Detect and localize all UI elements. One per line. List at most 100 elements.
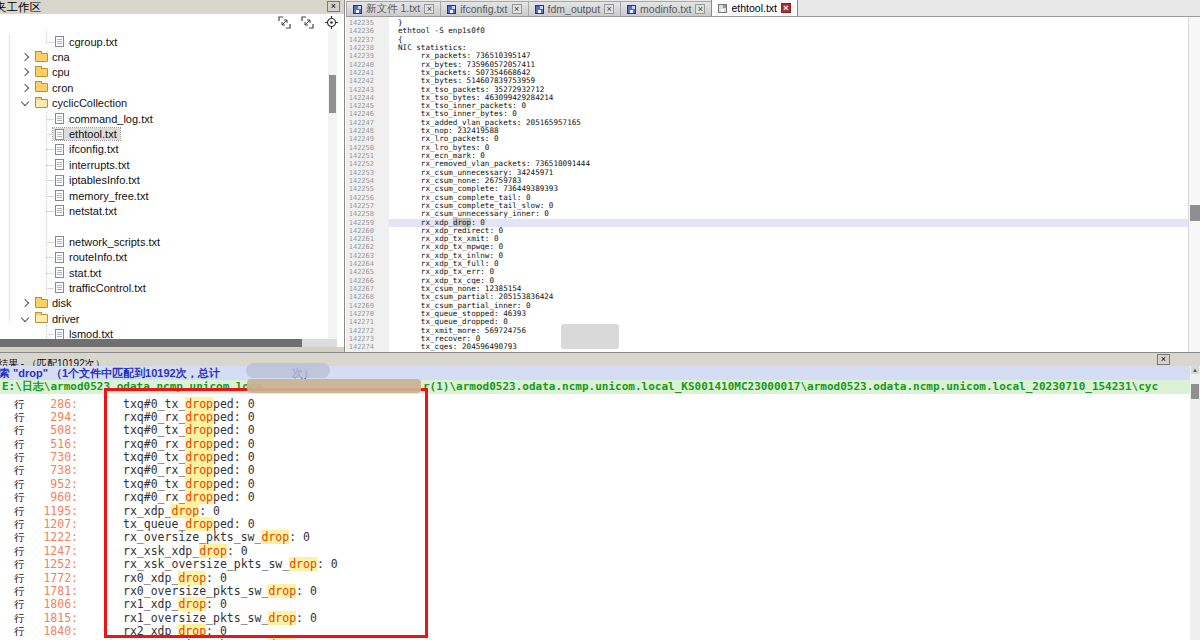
- editor-line-text: rx_xdp_tx_full: 0: [389, 260, 1200, 268]
- editor-line[interactable]: 142236ethtool -S enp1s0f0: [346, 27, 1200, 35]
- tree-item-label: disk: [52, 297, 72, 309]
- results-scrollbar-thumb[interactable]: [1191, 384, 1199, 399]
- tree-item-ifconfig.txt[interactable]: ifconfig.txt: [0, 142, 328, 157]
- chevron-right-icon[interactable]: [21, 53, 29, 61]
- tab-close-icon[interactable]: ×: [604, 4, 614, 14]
- tree-item-routeInfo.txt[interactable]: routeInfo.txt: [0, 249, 328, 264]
- chevron-right-icon[interactable]: [21, 68, 29, 76]
- workspace-tree: cgroup.txt cna cpu cron cyclicCollection comm…: [0, 30, 328, 339]
- tree-item-netstat.txt[interactable]: netstat.txt: [0, 203, 328, 218]
- tab-modinfo.txt[interactable]: modinfo.txt ×: [620, 1, 712, 16]
- line-label: 行: [14, 518, 25, 531]
- tree-item-stat.txt[interactable]: stat.txt: [0, 265, 328, 280]
- line-number: 142244: [346, 94, 389, 102]
- editor-line[interactable]: 142237{: [346, 36, 1200, 44]
- line-number: 142259: [346, 219, 389, 227]
- tree-item-interrupts.txt[interactable]: interrupts.txt: [0, 157, 328, 172]
- save-state-icon: [447, 5, 456, 14]
- line-number: 142261: [346, 235, 389, 243]
- tab-label: fdm_output: [548, 3, 601, 15]
- search-summary-line[interactable]: 搜索 "drop" （1个文件中匹配到10192次，总计 次）: [0, 366, 1200, 380]
- tree-item-label: ethtool.txt: [69, 128, 117, 140]
- tab-close-icon[interactable]: ×: [781, 3, 791, 13]
- tree-item-driver[interactable]: driver: [0, 311, 328, 326]
- tree-vertical-scrollbar-thumb[interactable]: [329, 75, 336, 113]
- tree-item-label: interrupts.txt: [69, 159, 130, 171]
- result-line-number: 960:: [28, 491, 78, 504]
- tab-close-icon[interactable]: ×: [424, 4, 434, 14]
- tree-item-network_scripts.txt[interactable]: network_scripts.txt: [0, 234, 328, 249]
- editor-vertical-scrollbar[interactable]: [1188, 17, 1200, 352]
- file-icon: [55, 329, 64, 339]
- tab-ethtool.txt[interactable]: ethtool.txt ×: [711, 0, 798, 16]
- tree-item-cpu[interactable]: cpu: [0, 65, 328, 80]
- editor-area[interactable]: 142235}142236ethtool -S enp1s0f0142237{1…: [346, 17, 1200, 352]
- file-icon: [55, 159, 64, 170]
- line-number: 142243: [346, 86, 389, 94]
- results-vertical-scrollbar[interactable]: ▲: [1190, 366, 1200, 640]
- tab--1.txt[interactable]: 新文件 1.txt ×: [346, 1, 441, 16]
- result-line-number: 294:: [28, 411, 78, 424]
- line-label: 行: [14, 451, 25, 464]
- chevron-down-icon[interactable]: [21, 313, 29, 321]
- folder-icon: [35, 83, 48, 92]
- result-file-path-2: r(1)\armod0523.odata.ncmp.unicom.local_K…: [423, 380, 1158, 394]
- tree-item-disk[interactable]: disk: [0, 296, 328, 311]
- tree-item-label: cyclicCollection: [52, 97, 127, 109]
- tree-item-iptablesInfo.txt[interactable]: iptablesInfo.txt: [0, 173, 328, 188]
- result-line-number: 1252:: [28, 558, 78, 571]
- tab-fdm_output[interactable]: fdm_output×: [528, 1, 622, 16]
- tab-close-icon[interactable]: ×: [512, 4, 522, 14]
- editor-line-text: rx_xdp_tx_err: 0: [389, 268, 1200, 276]
- save-state-icon: [535, 5, 544, 14]
- line-number: 142255: [346, 185, 389, 193]
- tree-vertical-scrollbar[interactable]: [328, 30, 337, 339]
- file-icon: [55, 129, 64, 140]
- editor-line-text: rx_lro_packets: 0: [389, 135, 1200, 143]
- line-label: 行: [14, 491, 25, 504]
- tab-label: ethtool.txt: [731, 2, 777, 14]
- line-number: 142240: [346, 61, 389, 69]
- chevron-right-icon[interactable]: [21, 299, 29, 307]
- tree-item-label: cron: [52, 82, 73, 94]
- line-number: 142274: [346, 343, 389, 351]
- line-label: 行: [14, 585, 25, 598]
- tree-item-command_log.txt[interactable]: command_log.txt: [0, 111, 328, 126]
- collapse-all-icon[interactable]: [301, 16, 314, 29]
- tree-item-lsmod.txt[interactable]: lsmod.txt: [0, 326, 328, 339]
- tree-item-cron[interactable]: cron: [0, 80, 328, 95]
- tree-item-trafficControl.txt[interactable]: trafficControl.txt: [0, 280, 328, 295]
- line-number: 142249: [346, 135, 389, 143]
- tree-item-cyclicCollection[interactable]: cyclicCollection: [0, 96, 328, 111]
- tab-close-icon[interactable]: ×: [695, 4, 705, 14]
- chevron-right-icon[interactable]: [21, 84, 29, 92]
- scroll-up-arrow[interactable]: ▲: [1191, 366, 1199, 374]
- tree-horizontal-scrollbar-thumb[interactable]: [0, 339, 302, 347]
- folder-icon: [35, 299, 48, 308]
- save-state-icon: [353, 5, 362, 14]
- editor-line-text: }: [389, 19, 1200, 27]
- tree-horizontal-scrollbar[interactable]: [0, 339, 337, 347]
- tree-item-cgroup.txt[interactable]: cgroup.txt: [0, 34, 328, 49]
- line-number: 142251: [346, 152, 389, 160]
- tree-item-cna[interactable]: cna: [0, 49, 328, 64]
- editor-lines: 142235}142236ethtool -S enp1s0f0142237{1…: [346, 19, 1200, 352]
- tab-label: 新文件 1.txt: [366, 2, 420, 16]
- expand-all-icon[interactable]: [278, 16, 291, 29]
- line-number: 142265: [346, 268, 389, 276]
- tree-item-memory_free.txt[interactable]: memory_free.txt: [0, 188, 328, 203]
- locate-file-icon[interactable]: [325, 16, 338, 29]
- workspace-close-button[interactable]: ×: [327, 1, 340, 12]
- line-number: 142267: [346, 285, 389, 293]
- result-line-number: 1222:: [28, 531, 78, 544]
- file-icon: [55, 113, 64, 124]
- chevron-down-icon[interactable]: [21, 98, 29, 106]
- tree-item-ethtool.txt[interactable]: ethtool.txt: [0, 126, 328, 141]
- line-number: 142242: [346, 77, 389, 85]
- editor-scrollbar-thumb[interactable]: [1190, 205, 1200, 221]
- tab-ifconfig.txt[interactable]: ifconfig.txt×: [440, 1, 528, 16]
- tree-item-label: cna: [52, 51, 70, 63]
- results-close-button[interactable]: ×: [1157, 354, 1170, 365]
- line-number: 142237: [346, 36, 389, 44]
- tab-label: modinfo.txt: [640, 3, 691, 15]
